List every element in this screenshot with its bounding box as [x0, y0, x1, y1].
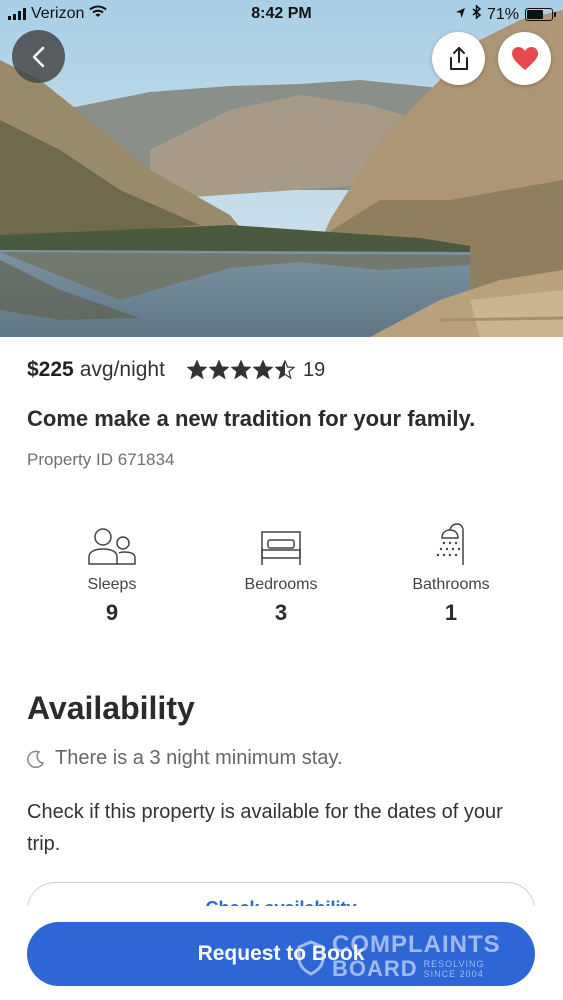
fact-bedrooms: Bedrooms 3: [196, 520, 366, 626]
fact-sleeps: Sleeps 9: [27, 520, 197, 626]
chevron-left-icon: [32, 46, 44, 67]
property-id: Property ID 671834: [27, 450, 175, 469]
star-icon: [252, 360, 273, 380]
star-icon: [186, 360, 207, 380]
fact-label: Bedrooms: [244, 576, 318, 593]
location-arrow-icon: [455, 6, 466, 24]
favorite-button[interactable]: [498, 32, 551, 85]
fact-value: 1: [444, 600, 458, 625]
review-count[interactable]: 19: [303, 359, 325, 382]
fact-value: 9: [105, 600, 119, 625]
battery-icon: [525, 8, 556, 21]
star-rating: [186, 360, 295, 380]
price: $225: [27, 358, 74, 381]
watermark-line1: COMPLAINTS: [332, 931, 501, 958]
shield-icon: [297, 940, 325, 976]
watermark-tag2: SINCE 2004: [423, 969, 484, 979]
availability-description: Check if this property is available for …: [27, 801, 503, 855]
share-button[interactable]: [432, 32, 485, 85]
star-icon: [230, 360, 251, 380]
availability-title: Availability: [27, 690, 195, 726]
share-icon: [449, 46, 468, 70]
fact-bathrooms: Bathrooms 1: [366, 520, 536, 626]
battery-percent: 71%: [486, 5, 519, 23]
watermark-tag1: RESOLVING: [423, 959, 485, 969]
back-button[interactable]: [12, 30, 65, 83]
fact-value: 3: [274, 600, 288, 625]
fact-label: Sleeps: [87, 576, 137, 593]
minimum-stay-text: There is a 3 night minimum stay.: [55, 747, 343, 769]
bluetooth-icon: [472, 4, 482, 24]
property-facts: Sleeps 9 Bedrooms 3 Bathrooms 1: [0, 520, 563, 630]
star-icon: [274, 360, 295, 380]
bed-icon: [261, 531, 301, 565]
star-icon: [208, 360, 229, 380]
complaints-board-watermark: COMPLAINTS BOARD RESOLVING SINCE 2004: [296, 931, 501, 982]
shower-icon: [436, 523, 464, 565]
fact-label: Bathrooms: [412, 576, 490, 593]
status-bar: Verizon 8:42 PM 71%: [0, 0, 563, 30]
price-row: $225 avg/night 19: [27, 358, 325, 382]
minimum-stay: There is a 3 night minimum stay.: [27, 747, 343, 770]
heart-icon: [511, 47, 538, 70]
price-unit: avg/night: [79, 358, 165, 381]
listing-headline: Come make a new tradition for your famil…: [27, 406, 476, 431]
moon-icon: [27, 750, 45, 768]
watermark-line2: BOARD: [332, 956, 418, 981]
people-icon: [88, 528, 136, 565]
